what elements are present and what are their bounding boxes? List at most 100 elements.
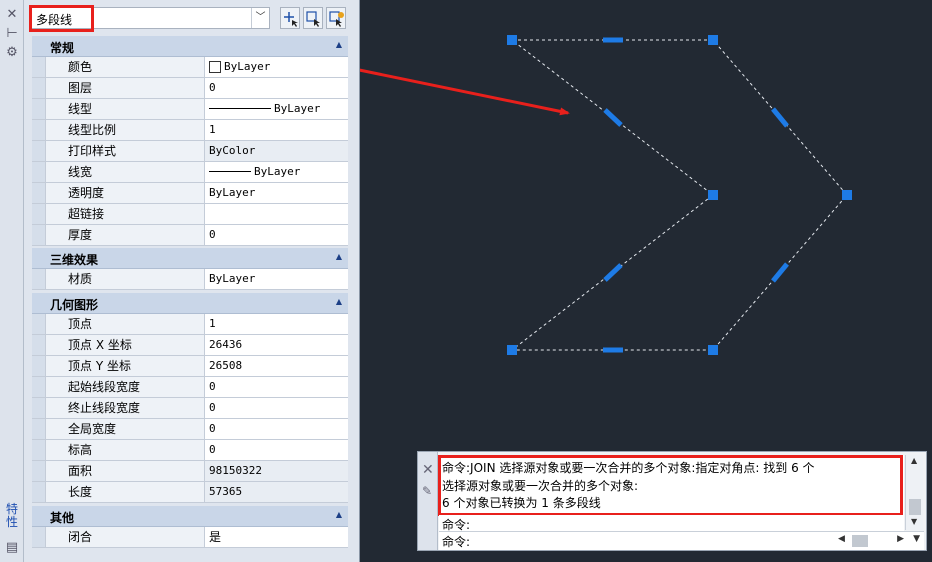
collapse-icon[interactable]: ▲: [336, 252, 342, 261]
property-name: 线型: [46, 99, 205, 119]
property-value[interactable]: [205, 204, 348, 224]
quick-select-button[interactable]: [280, 7, 300, 29]
collapse-icon[interactable]: ▲: [336, 40, 342, 49]
property-value[interactable]: 0: [205, 377, 348, 397]
color-swatch: [209, 61, 221, 73]
property-value: ByLayer: [205, 162, 348, 182]
property-row-layer[interactable]: 图层 0: [32, 78, 348, 99]
close-icon[interactable]: ✕: [422, 462, 434, 478]
scroll-right-icon[interactable]: ▶: [897, 534, 904, 544]
quick-select-icon: [284, 12, 298, 27]
collapse-icon[interactable]: ▲: [336, 510, 342, 519]
property-name: 线宽: [46, 162, 205, 182]
horizontal-scrollbar[interactable]: ◀ ▶ ▼: [836, 534, 922, 548]
property-value[interactable]: 0: [205, 78, 348, 98]
property-name: 打印样式: [46, 141, 205, 161]
command-window-strip: ✕ ✎: [418, 452, 438, 550]
property-value[interactable]: ByLayer: [205, 269, 348, 289]
property-row-lineweight[interactable]: 线宽 ByLayer: [32, 162, 348, 183]
category-geometry[interactable]: 几何图形 ▲: [32, 293, 348, 314]
command-input[interactable]: 命令: ◀ ▶ ▼: [439, 531, 924, 550]
selected-polyline[interactable]: [510, 39, 848, 351]
property-name: 线型比例: [46, 120, 205, 140]
property-row-length[interactable]: 长度 57365: [32, 482, 348, 503]
midpoint-grip[interactable]: [771, 107, 789, 128]
close-icon[interactable]: ✕: [4, 7, 20, 23]
property-name: 全局宽度: [46, 419, 205, 439]
property-row-vertex-x[interactable]: 顶点 X 坐标 26436: [32, 335, 348, 356]
property-row-vertex[interactable]: 顶点 1: [32, 314, 348, 335]
property-value[interactable]: 1: [205, 120, 348, 140]
category-3d-effects[interactable]: 三维效果 ▲: [32, 248, 348, 269]
property-name: 顶点 X 坐标: [46, 335, 205, 355]
palette-title: 特性: [5, 502, 18, 529]
property-value[interactable]: ByLayer: [205, 183, 348, 203]
collapse-icon[interactable]: ▲: [336, 297, 342, 306]
category-title: 其他: [50, 511, 75, 525]
property-row-vertex-y[interactable]: 顶点 Y 坐标 26508: [32, 356, 348, 377]
property-value[interactable]: 0: [205, 398, 348, 418]
property-row-start-width[interactable]: 起始线段宽度 0: [32, 377, 348, 398]
chevron-down-icon[interactable]: ▼: [913, 534, 920, 544]
auto-hide-icon[interactable]: ⊢: [4, 26, 20, 42]
property-row-transparency[interactable]: 透明度 ByLayer: [32, 183, 348, 204]
property-value[interactable]: 0: [205, 440, 348, 460]
history-scrollbar[interactable]: ▲ ▼: [905, 455, 923, 530]
property-row-plotstyle[interactable]: 打印样式 ByColor: [32, 141, 348, 162]
scroll-thumb[interactable]: [909, 499, 921, 515]
vertex-grip[interactable]: [708, 35, 718, 45]
property-row-thickness[interactable]: 厚度 0: [32, 225, 348, 246]
property-value[interactable]: 26508: [205, 356, 348, 376]
category-general[interactable]: 常规 ▲: [32, 36, 348, 57]
property-row-linetype[interactable]: 线型 ByLayer: [32, 99, 348, 120]
category-title: 三维效果: [50, 253, 99, 267]
property-row-elevation[interactable]: 标高 0: [32, 440, 348, 461]
property-row-hyperlink[interactable]: 超链接: [32, 204, 348, 225]
scroll-left-icon[interactable]: ◀: [838, 534, 845, 544]
category-misc[interactable]: 其他 ▲: [32, 506, 348, 527]
vertex-grip[interactable]: [507, 35, 517, 45]
properties-grid: 常规 ▲ 颜色 ByLayer 图层 0 线型 ByLayer 线型比例 1 打…: [32, 36, 348, 548]
select-objects-icon: [306, 11, 320, 27]
property-row-ltscale[interactable]: 线型比例 1: [32, 120, 348, 141]
property-value[interactable]: 26436: [205, 335, 348, 355]
prompt-label: 命令:: [442, 535, 471, 549]
properties-palette: ✕ ⊢ ⚙ 特性 ▤ 多段线 ﹀ 常规 ▲ 颜色 ByLayer 图层 0 线型…: [0, 0, 360, 562]
vertex-grip[interactable]: [842, 190, 852, 200]
chevron-down-icon[interactable]: ﹀: [251, 8, 269, 28]
palette-menu-icon[interactable]: ▤: [4, 540, 20, 556]
property-row-global-width[interactable]: 全局宽度 0: [32, 419, 348, 440]
property-row-color[interactable]: 颜色 ByLayer: [32, 57, 348, 78]
property-name: 材质: [46, 269, 205, 289]
vertex-grip[interactable]: [708, 345, 718, 355]
property-value[interactable]: 是: [205, 527, 348, 547]
vertex-grip[interactable]: [507, 345, 517, 355]
scroll-down-icon[interactable]: ▼: [911, 517, 917, 526]
linetype-sample: [209, 107, 271, 109]
toggle-pickadd-button[interactable]: [326, 7, 346, 29]
property-value[interactable]: 1: [205, 314, 348, 334]
command-window: ✕ ✎ 命令:JOIN 选择源对象或要一次合并的多个对象:指定对角点: 找到 6…: [417, 451, 927, 551]
property-value: ByColor: [205, 141, 348, 161]
property-value: 57365: [205, 482, 348, 502]
vertex-grip[interactable]: [708, 190, 718, 200]
scroll-thumb[interactable]: [852, 535, 868, 547]
property-row-material[interactable]: 材质 ByLayer: [32, 269, 348, 290]
midpoint-grip[interactable]: [771, 262, 789, 283]
select-objects-button[interactable]: [303, 7, 323, 29]
property-name: 面积: [46, 461, 205, 481]
scroll-up-icon[interactable]: ▲: [911, 456, 917, 465]
customize-icon[interactable]: ✎: [422, 484, 432, 498]
midpoint-grip[interactable]: [603, 263, 623, 282]
property-name: 顶点 Y 坐标: [46, 356, 205, 376]
property-row-closed[interactable]: 闭合 是: [32, 527, 348, 548]
gear-icon[interactable]: ⚙: [4, 45, 20, 61]
midpoint-grip[interactable]: [603, 108, 623, 127]
toggle-pickadd-icon: [329, 11, 344, 27]
property-value[interactable]: 0: [205, 419, 348, 439]
annotation-highlight-box: [438, 455, 903, 516]
property-name: 厚度: [46, 225, 205, 245]
property-row-area[interactable]: 面积 98150322: [32, 461, 348, 482]
property-row-end-width[interactable]: 终止线段宽度 0: [32, 398, 348, 419]
property-value[interactable]: 0: [205, 225, 348, 245]
